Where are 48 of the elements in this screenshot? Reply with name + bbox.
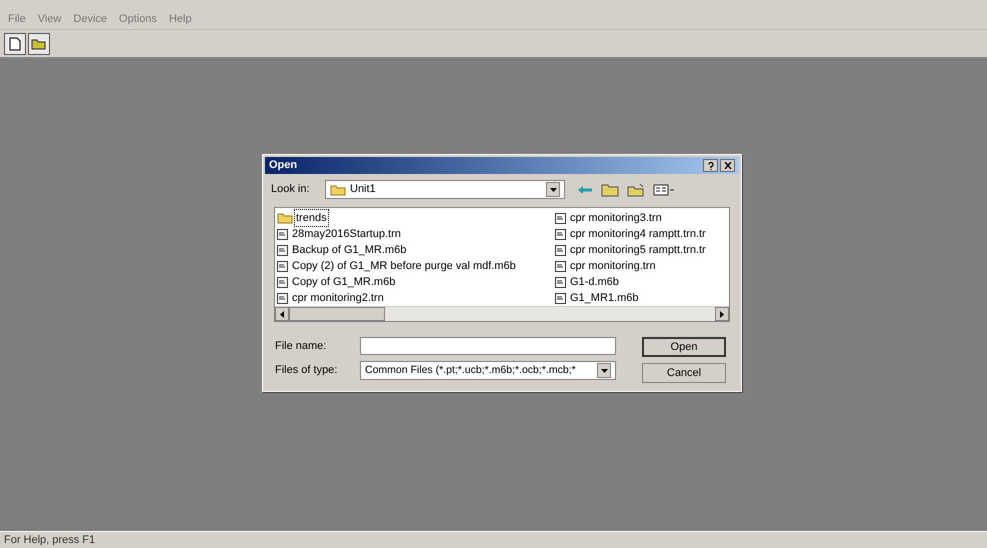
document-icon	[277, 276, 289, 288]
file-type-label: Files of type:	[275, 363, 338, 378]
document-icon	[555, 212, 567, 224]
document-icon	[555, 292, 567, 304]
file-list-item[interactable]: trends	[295, 210, 328, 226]
file-list-item[interactable]: Copy (2) of G1_MR before purge val mdf.m6b	[291, 258, 517, 274]
dialog-button[interactable]: Cancel	[642, 363, 726, 383]
new-document-icon[interactable]	[4, 32, 26, 54]
scroll-thumb[interactable]	[289, 307, 385, 321]
new-folder-icon[interactable]	[627, 182, 645, 196]
document-icon	[277, 244, 289, 256]
document-icon	[555, 260, 567, 272]
file-list-item[interactable]: cpr monitoring.trn	[569, 258, 657, 274]
folder-icon	[330, 184, 346, 196]
file-type-dropdown[interactable]: Common Files (*.pt;*.ucb;*.m6b;*.ocb;*.mcb;*	[360, 361, 616, 380]
document-icon	[277, 260, 289, 272]
file-list-item[interactable]: Backup of G1_MR.m6b	[291, 242, 408, 258]
file-list-item[interactable]: cpr monitoring5 ramptt.trn.tr	[569, 242, 707, 258]
open-folder-icon[interactable]	[28, 32, 50, 54]
window-title: Open	[269, 158, 298, 174]
file-list-item[interactable]: cpr monitoring2.trn	[291, 290, 385, 306]
file-list-item[interactable]: G1-d.m6b	[569, 274, 620, 290]
scroll-left-icon[interactable]	[275, 307, 289, 321]
help-icon	[708, 162, 714, 170]
document-icon	[277, 228, 289, 240]
file-name-field[interactable]	[360, 337, 616, 355]
horizontal-scrollbar[interactable]	[275, 306, 729, 321]
status-bar: For Help, press F1	[0, 531, 987, 548]
look-in-label: Look in:	[271, 182, 311, 198]
document-icon	[277, 292, 289, 304]
look-in-dropdown[interactable]: Unit1	[325, 180, 565, 199]
file-list-item[interactable]: G1_MR1.m6b	[569, 290, 640, 306]
view-menu-icon[interactable]	[653, 184, 675, 196]
file-list-item[interactable]: cpr monitoring4 ramptt.trn.tr	[569, 226, 707, 242]
file-list-item[interactable]: cpr monitoring3.trn	[569, 210, 663, 226]
up-folder-icon[interactable]	[601, 182, 619, 196]
folder-icon	[277, 212, 293, 224]
document-icon	[555, 228, 567, 240]
help-button[interactable]	[703, 159, 718, 172]
file-list-item[interactable]: 28may2016Startup.trn	[291, 226, 402, 242]
file-list-item[interactable]: Copy of G1_MR.m6b	[291, 274, 396, 290]
file-name-label: File name:	[275, 338, 328, 354]
scroll-right-icon[interactable]	[715, 307, 729, 321]
dialog-button[interactable]: Open	[642, 337, 726, 357]
document-icon	[555, 244, 567, 256]
close-icon	[724, 162, 732, 169]
close-button[interactable]	[720, 159, 735, 172]
document-icon	[555, 276, 567, 288]
